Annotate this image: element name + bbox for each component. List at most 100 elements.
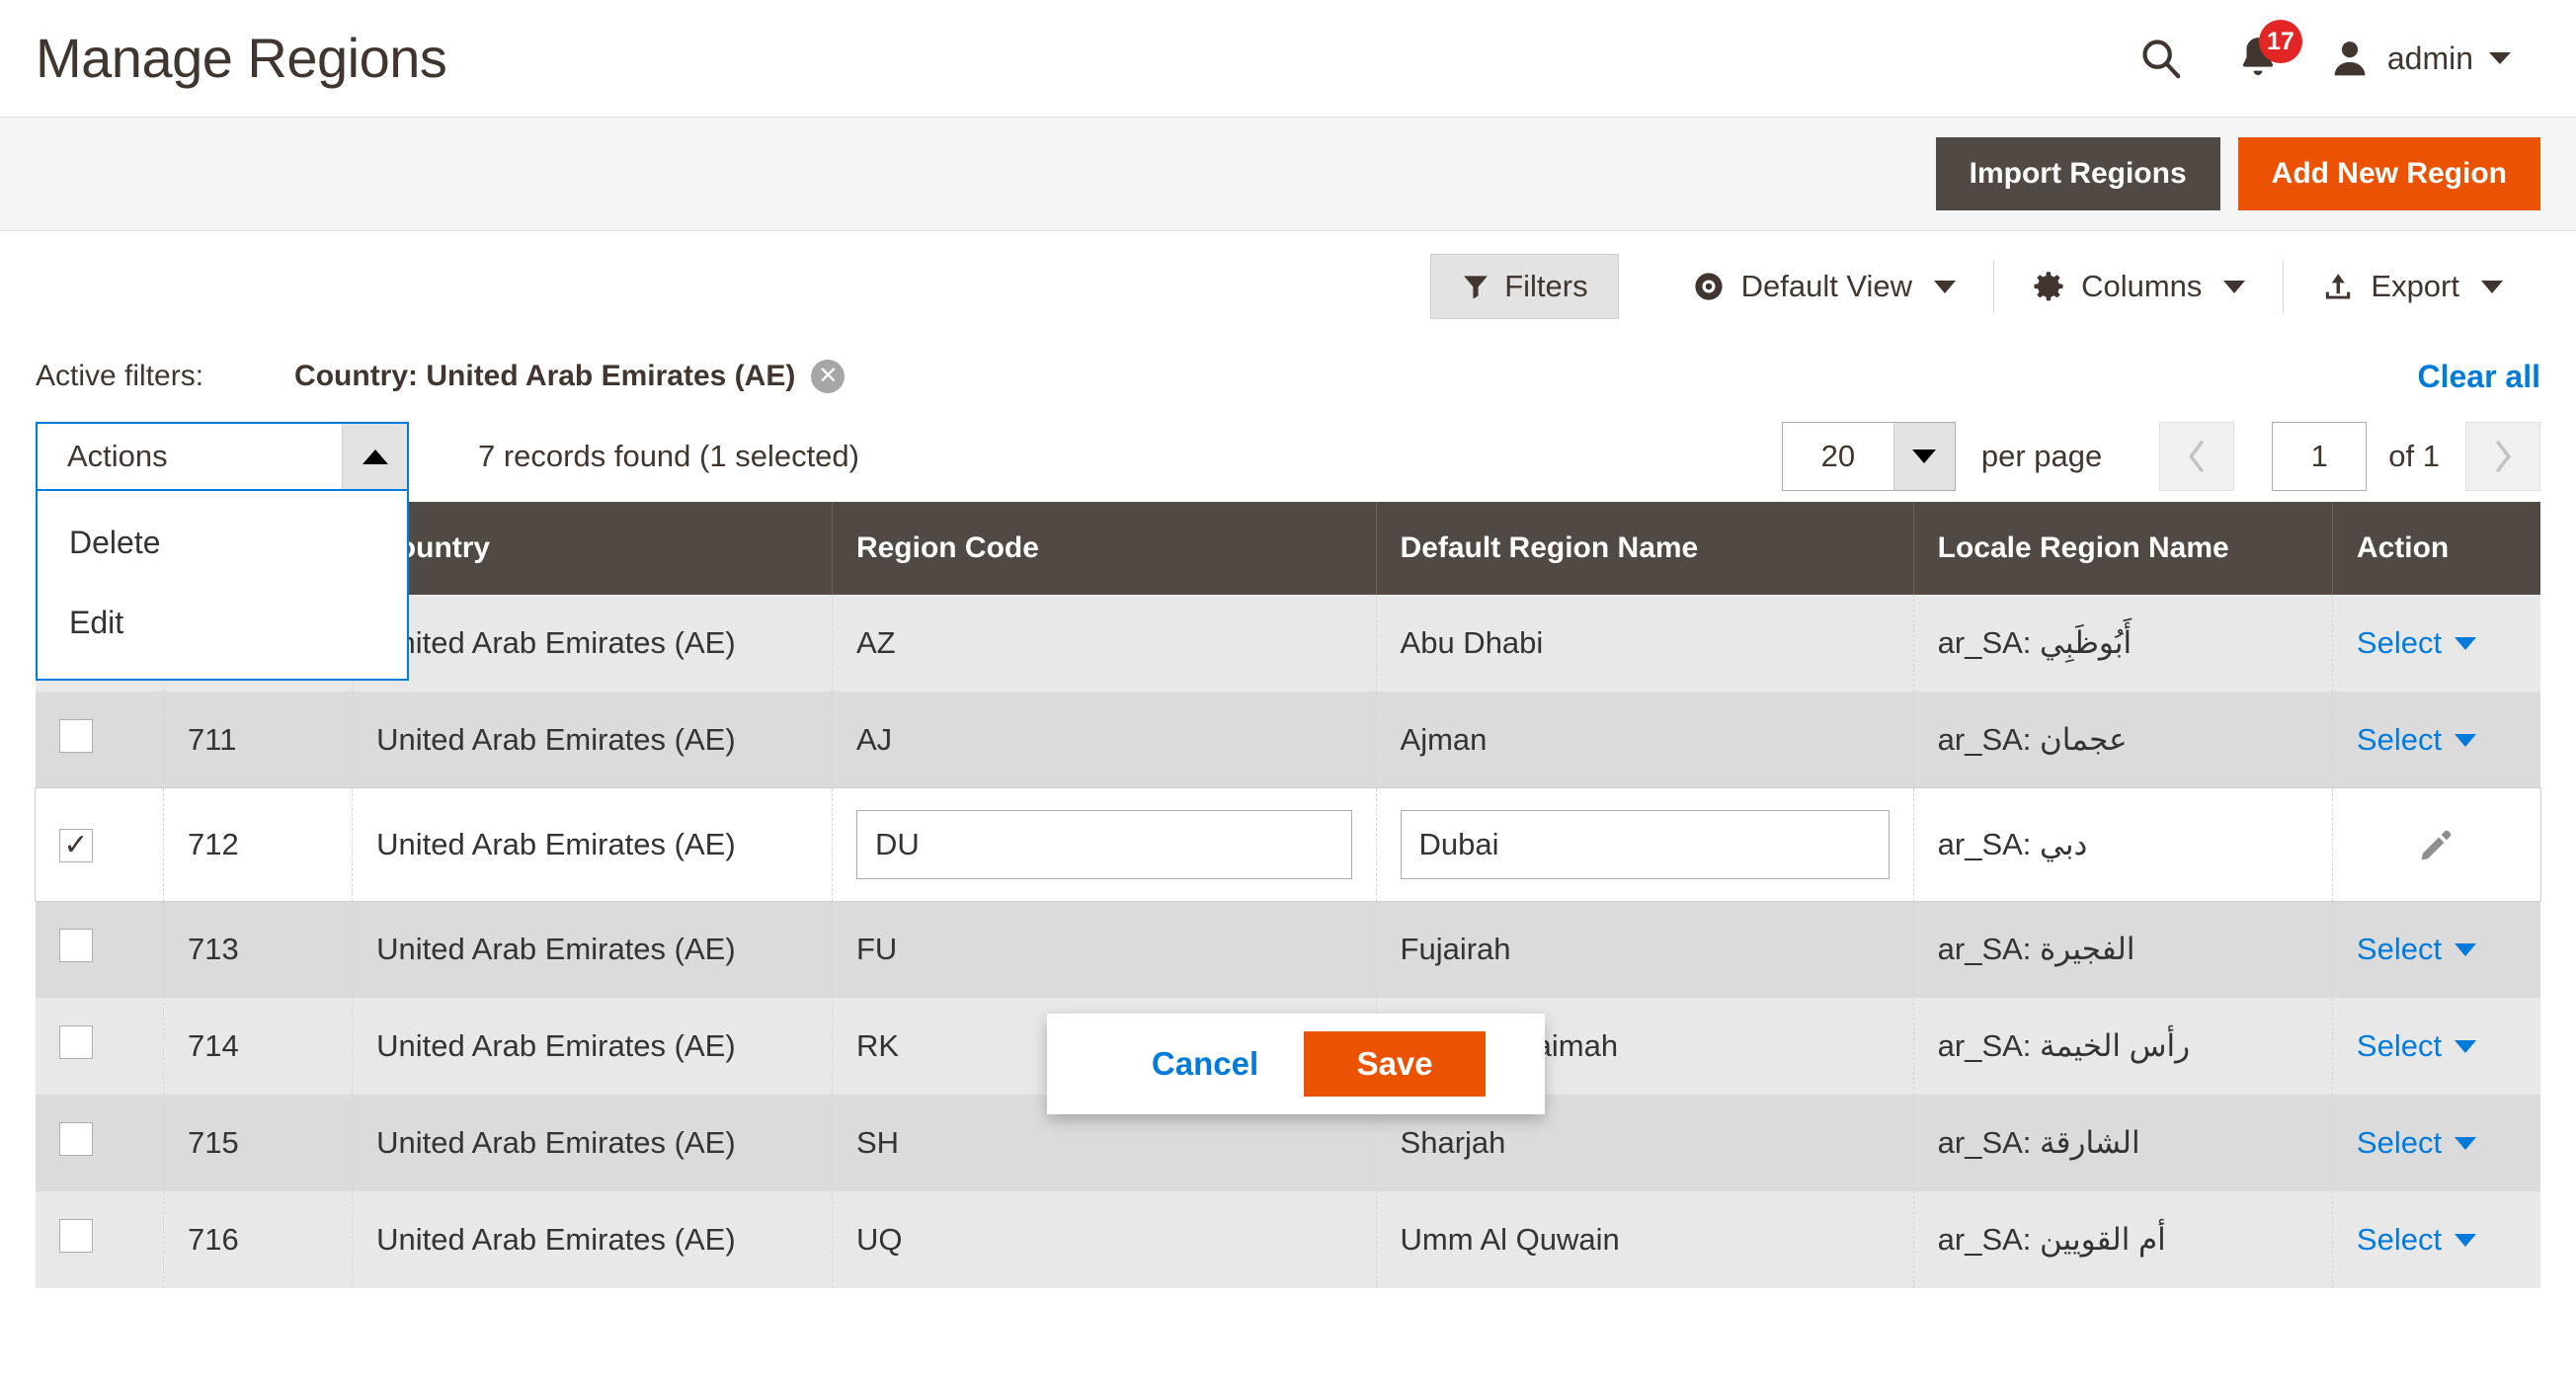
chevron-left-icon bbox=[2189, 440, 2205, 473]
massaction-menu: Delete Edit bbox=[36, 491, 409, 681]
row-action-cell: Select bbox=[2332, 1191, 2540, 1288]
default-view-dropdown[interactable]: Default View bbox=[1654, 254, 1993, 319]
row-default-region-name: Umm Al Quwain bbox=[1376, 1191, 1914, 1288]
column-header-locale-region-name[interactable]: Locale Region Name bbox=[1913, 502, 2333, 595]
row-default-region-name: Ajman bbox=[1376, 692, 1914, 788]
column-header-region-code[interactable]: Region Code bbox=[832, 502, 1377, 595]
filters-button[interactable]: Filters bbox=[1430, 254, 1619, 319]
column-header-country[interactable]: Country bbox=[352, 502, 833, 595]
chevron-down-icon bbox=[2455, 1233, 2477, 1247]
row-locale-region-name: ar_SA: أَبُوظَبِي bbox=[1913, 595, 2333, 692]
pager: 20 per page 1 of 1 bbox=[1781, 422, 2540, 491]
region-code-input[interactable] bbox=[855, 810, 1352, 879]
chevron-down-icon bbox=[2223, 280, 2246, 293]
row-action-cell: Select bbox=[2332, 998, 2540, 1095]
save-button[interactable]: Save bbox=[1304, 1031, 1487, 1097]
columns-dropdown[interactable]: Columns bbox=[1994, 254, 2283, 319]
clear-all-link[interactable]: Clear all bbox=[2417, 359, 2540, 395]
regions-table: ID Country Region Code Default Region Na… bbox=[35, 502, 2541, 1288]
row-action-cell bbox=[2332, 788, 2540, 901]
row-select-label: Select bbox=[2356, 1125, 2443, 1160]
massaction-item-edit[interactable]: Edit bbox=[38, 583, 407, 663]
cancel-button[interactable]: Cancel bbox=[1106, 1045, 1304, 1083]
chevron-right-icon bbox=[2495, 440, 2511, 473]
row-checkbox-cell bbox=[36, 1191, 165, 1288]
upload-icon bbox=[2326, 274, 2351, 299]
row-select-dropdown[interactable]: Select bbox=[2357, 722, 2517, 758]
per-page-value: 20 bbox=[1820, 439, 1856, 473]
row-locale-region-name: ar_SA: دبي bbox=[1913, 788, 2333, 901]
massaction-selected-label: Actions bbox=[67, 439, 168, 473]
export-label: Export bbox=[2371, 269, 2459, 303]
row-checkbox[interactable] bbox=[59, 1122, 93, 1156]
row-checkbox[interactable] bbox=[59, 1219, 93, 1253]
row-select-label: Select bbox=[2356, 722, 2443, 757]
row-country: United Arab Emirates (AE) bbox=[352, 998, 833, 1095]
page-title: Manage Regions bbox=[36, 27, 447, 89]
row-checkbox[interactable] bbox=[59, 1025, 93, 1059]
row-locale-region-name: ar_SA: الشارقة bbox=[1913, 1095, 2333, 1191]
row-checkbox[interactable] bbox=[59, 929, 93, 962]
page-actions-bar: Import Regions Add New Region bbox=[0, 117, 2576, 231]
default-region-name-input[interactable] bbox=[1400, 810, 1890, 879]
table-row: 716 United Arab Emirates (AE) UQ Umm Al Quw… bbox=[36, 1191, 2540, 1288]
next-page-button[interactable] bbox=[2465, 422, 2540, 491]
row-region-code: FU bbox=[832, 901, 1377, 998]
page-number-input[interactable]: 1 bbox=[2272, 422, 2368, 491]
chevron-down-icon bbox=[2481, 280, 2503, 293]
grid-controls-row: Actions Delete Edit 7 records found (1 s… bbox=[0, 411, 2576, 681]
row-checkbox[interactable] bbox=[59, 719, 93, 753]
export-dropdown[interactable]: Export bbox=[2284, 254, 2540, 319]
row-checkbox[interactable] bbox=[59, 829, 93, 862]
chevron-down-icon bbox=[2455, 733, 2477, 747]
active-filters-label: Active filters: bbox=[36, 360, 204, 392]
row-select-dropdown[interactable]: Select bbox=[2357, 625, 2517, 661]
search-icon[interactable] bbox=[2115, 28, 2208, 89]
row-select-dropdown[interactable]: Select bbox=[2357, 1125, 2517, 1161]
row-country: United Arab Emirates (AE) bbox=[352, 1095, 833, 1191]
massaction-select[interactable]: Actions bbox=[36, 422, 409, 491]
previous-page-button[interactable] bbox=[2159, 422, 2235, 491]
table-row: 713 United Arab Emirates (AE) FU Fujairah ar… bbox=[36, 901, 2540, 998]
column-header-default-region-name[interactable]: Default Region Name bbox=[1376, 502, 1914, 595]
row-locale-region-name: ar_SA: أم القويين bbox=[1913, 1191, 2333, 1288]
pencil-icon[interactable] bbox=[2357, 825, 2517, 864]
eye-icon bbox=[1694, 273, 1723, 300]
row-select-label: Select bbox=[2356, 1028, 2443, 1063]
funnel-icon bbox=[1464, 276, 1489, 299]
row-select-dropdown[interactable]: Select bbox=[2357, 932, 2517, 967]
row-country: United Arab Emirates (AE) bbox=[352, 788, 833, 901]
row-id: 712 bbox=[163, 788, 354, 901]
row-country: United Arab Emirates (AE) bbox=[352, 692, 833, 788]
user-menu[interactable]: admin bbox=[2308, 37, 2511, 80]
table-head: ID Country Region Code Default Region Na… bbox=[36, 502, 2540, 595]
massaction-item-delete[interactable]: Delete bbox=[38, 503, 407, 583]
row-select-dropdown[interactable]: Select bbox=[2357, 1028, 2517, 1064]
close-circle-icon[interactable]: ✕ bbox=[811, 360, 845, 393]
row-id: 716 bbox=[163, 1191, 354, 1288]
row-select-dropdown[interactable]: Select bbox=[2357, 1222, 2517, 1258]
chevron-down-icon bbox=[2455, 942, 2477, 956]
row-action-cell: Select bbox=[2332, 1095, 2540, 1191]
grid-toolbar: Filters Default View Columns Export bbox=[0, 231, 2576, 342]
add-new-region-button[interactable]: Add New Region bbox=[2237, 137, 2540, 210]
import-regions-button[interactable]: Import Regions bbox=[1935, 137, 2220, 210]
per-page-select[interactable]: 20 bbox=[1781, 422, 1956, 491]
row-country: United Arab Emirates (AE) bbox=[352, 1191, 833, 1288]
inline-edit-actions: Cancel Save bbox=[1047, 1014, 1545, 1114]
per-page-toggle[interactable] bbox=[1892, 423, 1955, 490]
chevron-down-icon bbox=[2455, 636, 2477, 650]
records-found-label: 7 records found (1 selected) bbox=[478, 439, 859, 473]
notifications-button[interactable]: 17 bbox=[2208, 20, 2308, 83]
chevron-down-icon bbox=[2455, 1136, 2477, 1150]
row-locale-region-name: ar_SA: رأس الخيمة bbox=[1913, 998, 2333, 1095]
gear-icon bbox=[2034, 272, 2063, 301]
column-header-action: Action bbox=[2332, 502, 2540, 595]
massaction-toggle[interactable] bbox=[342, 424, 407, 489]
table-row: 710United Arab Emirates (AE)AZAbu Dhabia… bbox=[36, 595, 2540, 692]
row-action-cell: Select bbox=[2332, 692, 2540, 788]
header-tools: 17 admin bbox=[2115, 20, 2540, 89]
columns-label: Columns bbox=[2081, 269, 2203, 303]
row-action-cell: Select bbox=[2332, 595, 2540, 692]
row-region-code bbox=[832, 788, 1377, 901]
